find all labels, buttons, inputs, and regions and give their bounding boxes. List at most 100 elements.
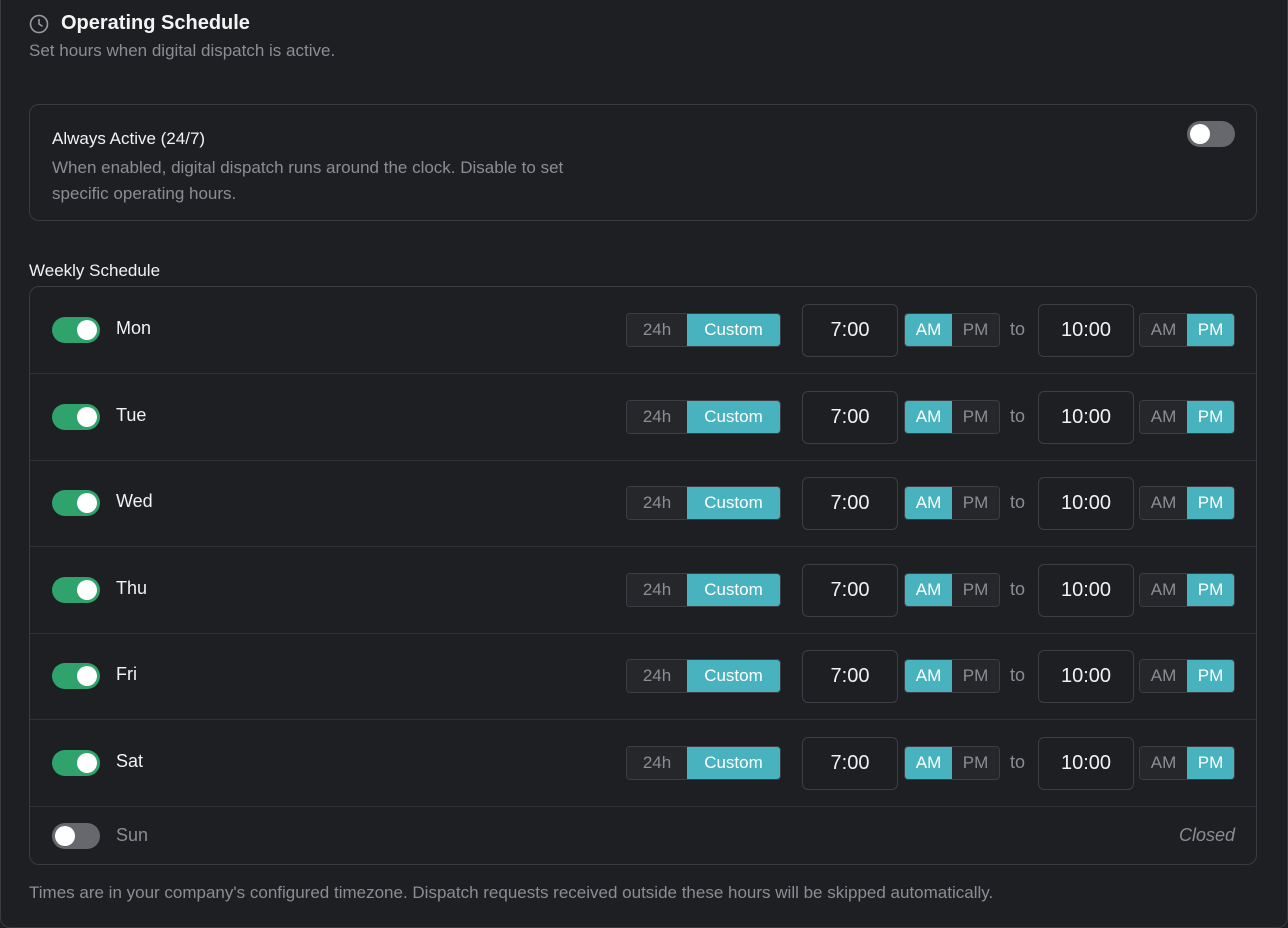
start-time-input[interactable]: 7:00 xyxy=(802,390,898,444)
end-pm-button[interactable]: PM xyxy=(1187,314,1234,346)
start-pm-button[interactable]: PM xyxy=(952,487,999,519)
end-pm-button[interactable]: PM xyxy=(1187,400,1234,433)
end-am-button[interactable]: AM xyxy=(1140,573,1187,606)
day-toggle-tue[interactable] xyxy=(52,403,100,430)
day-label: Sun xyxy=(116,825,149,845)
day-label: Sat xyxy=(116,750,144,771)
day-row-wed: Wed 24h Custom 7:00 AM PM to 10:00 AM PM xyxy=(30,460,1256,547)
start-period-switch: AM PM xyxy=(904,659,1000,693)
end-time-input[interactable]: 10:00 xyxy=(1038,304,1134,357)
to-connector: to xyxy=(1010,492,1026,512)
mode-24h-button[interactable]: 24h xyxy=(627,660,687,692)
day-label: Thu xyxy=(116,577,148,598)
end-pm-button[interactable]: PM xyxy=(1187,746,1234,779)
start-am-button[interactable]: AM xyxy=(905,746,952,779)
day-toggle-mon[interactable] xyxy=(52,317,100,343)
day-row-mon: Mon 24h Custom 7:00 AM PM to 10:00 AM PM xyxy=(30,287,1256,374)
mode-custom-button[interactable]: Custom xyxy=(687,400,780,433)
hours-mode-switch: 24h Custom xyxy=(626,486,781,520)
end-pm-button[interactable]: PM xyxy=(1187,487,1234,519)
mode-24h-button[interactable]: 24h xyxy=(627,487,687,519)
always-active-card: Always Active (24/7) When enabled, digit… xyxy=(29,104,1257,221)
day-row-thu: Thu 24h Custom 7:00 AM PM to 10:00 AM PM xyxy=(30,547,1256,634)
timezone-note: Times are in your company's configured t… xyxy=(29,883,994,902)
day-label: Mon xyxy=(116,318,152,338)
start-pm-button[interactable]: PM xyxy=(952,746,999,779)
start-pm-button[interactable]: PM xyxy=(952,660,999,692)
start-time-input[interactable]: 7:00 xyxy=(802,304,898,357)
day-label: Wed xyxy=(116,491,153,511)
closed-label: Closed xyxy=(1178,825,1235,845)
start-period-switch: AM PM xyxy=(904,572,1000,607)
mode-custom-button[interactable]: Custom xyxy=(687,487,780,519)
hours-mode-switch: 24h Custom xyxy=(626,659,781,693)
to-connector: to xyxy=(1010,578,1026,599)
always-active-toggle[interactable] xyxy=(1187,121,1235,147)
day-toggle-wed[interactable] xyxy=(52,490,100,516)
end-time-input[interactable]: 10:00 xyxy=(1038,650,1134,703)
day-row-fri: Fri 24h Custom 7:00 AM PM to 10:00 AM PM xyxy=(30,633,1256,720)
day-row-sat: Sat 24h Custom 7:00 AM PM to 10:00 AM PM xyxy=(30,720,1256,807)
start-time-input[interactable]: 7:00 xyxy=(802,650,898,703)
start-am-button[interactable]: AM xyxy=(905,573,952,606)
end-period-switch: AM PM xyxy=(1139,745,1235,780)
day-row-tue: Tue 24h Custom 7:00 AM PM to 10:00 AM PM xyxy=(30,374,1256,461)
start-am-button[interactable]: AM xyxy=(905,400,952,433)
end-am-button[interactable]: AM xyxy=(1140,660,1187,692)
mode-custom-button[interactable]: Custom xyxy=(687,573,780,606)
start-pm-button[interactable]: PM xyxy=(952,314,999,346)
weekly-schedule-label: Weekly Schedule xyxy=(29,261,161,280)
section-header: Operating Schedule Set hours when digita… xyxy=(29,12,335,61)
hours-mode-switch: 24h Custom xyxy=(626,313,781,347)
page-subtitle: Set hours when digital dispatch is activ… xyxy=(29,41,336,60)
end-time-input[interactable]: 10:00 xyxy=(1038,736,1134,790)
start-period-switch: AM PM xyxy=(904,313,1000,347)
to-connector: to xyxy=(1010,665,1026,685)
end-period-switch: AM PM xyxy=(1139,486,1235,520)
mode-custom-button[interactable]: Custom xyxy=(687,660,780,692)
day-row-sun: Sun Closed xyxy=(30,806,1256,864)
mode-custom-button[interactable]: Custom xyxy=(687,746,780,779)
end-am-button[interactable]: AM xyxy=(1140,400,1187,433)
day-label: Fri xyxy=(116,664,137,684)
start-time-input[interactable]: 7:00 xyxy=(802,563,898,617)
start-am-button[interactable]: AM xyxy=(905,660,952,692)
always-active-title: Always Active (24/7) xyxy=(52,129,206,148)
end-am-button[interactable]: AM xyxy=(1140,487,1187,519)
to-connector: to xyxy=(1010,751,1026,772)
toggle-knob xyxy=(77,666,97,686)
mode-24h-button[interactable]: 24h xyxy=(627,400,687,433)
toggle-knob xyxy=(77,406,97,427)
end-period-switch: AM PM xyxy=(1139,313,1235,347)
hours-mode-switch: 24h Custom xyxy=(626,399,781,434)
toggle-knob xyxy=(77,579,97,600)
to-connector: to xyxy=(1010,405,1026,426)
start-pm-button[interactable]: PM xyxy=(952,573,999,606)
start-pm-button[interactable]: PM xyxy=(952,400,999,433)
day-toggle-thu[interactable] xyxy=(52,576,100,603)
start-am-button[interactable]: AM xyxy=(905,314,952,346)
end-pm-button[interactable]: PM xyxy=(1187,660,1234,692)
mode-24h-button[interactable]: 24h xyxy=(627,573,687,606)
day-toggle-sat[interactable] xyxy=(52,749,100,776)
weekly-schedule-card: Mon 24h Custom 7:00 AM PM to 10:00 AM PM Tue 24h Cus… xyxy=(29,286,1257,865)
start-time-input[interactable]: 7:00 xyxy=(802,736,898,790)
day-toggle-fri[interactable] xyxy=(52,663,100,689)
end-pm-button[interactable]: PM xyxy=(1187,573,1234,606)
start-am-button[interactable]: AM xyxy=(905,487,952,519)
page-title: Operating Schedule xyxy=(61,12,250,34)
day-label: Tue xyxy=(116,404,147,425)
mode-custom-button[interactable]: Custom xyxy=(687,314,780,346)
end-am-button[interactable]: AM xyxy=(1140,746,1187,779)
start-period-switch: AM PM xyxy=(904,745,1000,780)
to-connector: to xyxy=(1010,319,1026,339)
start-period-switch: AM PM xyxy=(904,399,1000,434)
mode-24h-button[interactable]: 24h xyxy=(627,314,687,346)
start-time-input[interactable]: 7:00 xyxy=(802,477,898,530)
mode-24h-button[interactable]: 24h xyxy=(627,746,687,779)
day-toggle-sun[interactable] xyxy=(52,823,100,849)
end-time-input[interactable]: 10:00 xyxy=(1038,563,1134,617)
end-time-input[interactable]: 10:00 xyxy=(1038,390,1134,444)
end-time-input[interactable]: 10:00 xyxy=(1038,477,1134,530)
end-am-button[interactable]: AM xyxy=(1140,314,1187,346)
